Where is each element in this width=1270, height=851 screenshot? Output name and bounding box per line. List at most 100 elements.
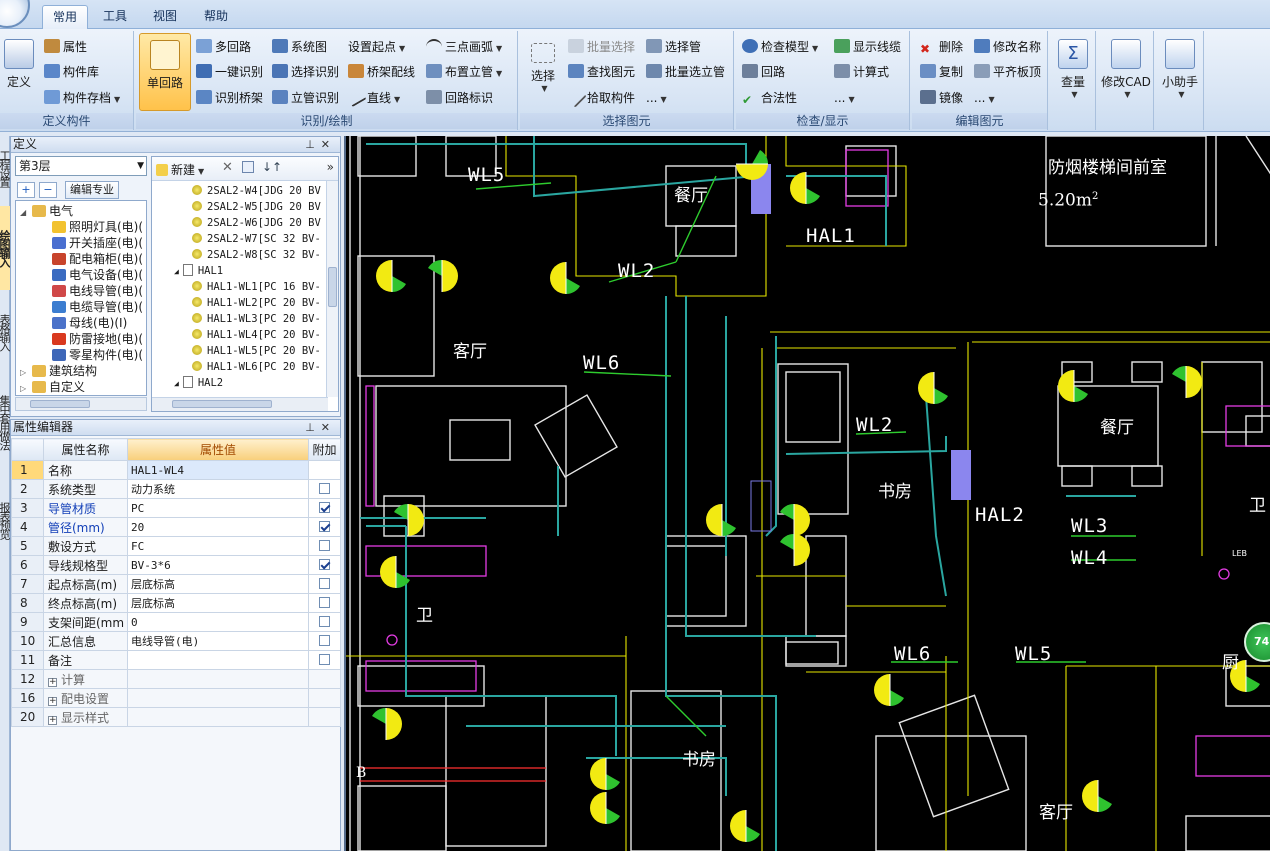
helper-button[interactable]: 小助手 ▼ <box>1158 33 1202 127</box>
sort-icon[interactable]: ↓↑ <box>262 160 282 174</box>
property-value[interactable]: FC <box>127 536 309 556</box>
property-value[interactable]: 层底标高 <box>127 593 309 613</box>
expanded-icon[interactable]: ◢ <box>174 379 179 388</box>
show-cables-button[interactable]: 显示线缆 <box>834 36 901 58</box>
list-group[interactable]: ◢ HAL2 <box>174 375 223 391</box>
property-row[interactable]: 12 + 计算 <box>11 669 341 689</box>
delete-icon[interactable]: ✕ <box>222 160 233 175</box>
more-edit-button[interactable]: ... ▼ <box>974 87 995 109</box>
extra-checkbox[interactable] <box>319 597 330 608</box>
delete-button[interactable]: ✖ 删除 <box>920 36 963 58</box>
tree-item[interactable]: 电气设备(电)( <box>40 267 143 283</box>
list-vertical-scrollbar[interactable] <box>326 181 338 397</box>
mirror-button[interactable]: 镜像 <box>920 87 963 109</box>
copy-button[interactable]: 复制 <box>920 61 963 83</box>
three-point-arc-button[interactable]: 三点画弧 ▼ <box>426 36 502 58</box>
system-diagram-button[interactable]: 系统图 <box>272 36 327 58</box>
list-item[interactable]: 2SAL2-W7[SC 32 BV- <box>192 231 321 247</box>
one-key-identify-button[interactable]: 一键识别 <box>196 61 263 83</box>
distribution-box-hal2[interactable] <box>951 450 971 500</box>
tree-item[interactable]: 照明灯具(电)( <box>40 219 143 235</box>
extra-checkbox[interactable] <box>319 578 330 589</box>
tab-tools[interactable]: 工具 <box>93 5 137 29</box>
property-value[interactable]: 动力系统 <box>127 479 309 499</box>
list-horizontal-scrollbar[interactable] <box>152 397 328 411</box>
property-row[interactable]: 9 支架间距(mm 0 <box>11 612 341 632</box>
quantity-button[interactable]: Σ 查量 ▼ <box>1052 33 1094 127</box>
tree-item[interactable]: 电缆导管(电)( <box>40 299 143 315</box>
property-value[interactable]: 20 <box>127 517 309 537</box>
legality-button[interactable]: ✔ 合法性 <box>742 87 797 109</box>
tab-common[interactable]: 常用 <box>42 5 89 29</box>
list-item[interactable]: HAL1-WL3[PC 20 BV- <box>192 311 321 327</box>
extra-checkbox[interactable] <box>319 559 330 570</box>
tab-help[interactable]: 帮助 <box>194 5 238 29</box>
extra-checkbox[interactable] <box>319 483 330 494</box>
tree-folder[interactable]: ▷ 自定义 <box>20 379 85 395</box>
property-value[interactable]: BV-3*6 <box>127 555 309 575</box>
nav-project-settings[interactable]: 工程设置 <box>0 140 11 196</box>
tree-horizontal-scrollbar[interactable] <box>15 397 147 411</box>
property-row[interactable]: 6 导线规格型 BV-3*6 <box>11 555 341 575</box>
batch-select-riser-button[interactable]: 批量选立管 <box>646 61 725 83</box>
pin-icon[interactable]: ⊥ <box>305 421 321 434</box>
pin-icon[interactable]: ⊥ <box>305 138 321 151</box>
collapse-all-icon[interactable]: − <box>39 182 57 198</box>
single-loop-button[interactable]: 单回路 <box>139 33 191 111</box>
tree-item[interactable]: 零星构件(电)( <box>40 347 143 363</box>
property-value[interactable]: HAL1-WL4 <box>127 460 309 480</box>
tab-view[interactable]: 视图 <box>143 5 187 29</box>
close-icon[interactable]: ✕ <box>321 138 336 151</box>
new-button[interactable]: 新建 ▼ <box>156 161 204 178</box>
list-item[interactable]: 2SAL2-W5[JDG 20 BV <box>192 199 321 215</box>
more-check-button[interactable]: ... ▼ <box>834 87 855 109</box>
tree-item[interactable]: 配电箱柜(电)( <box>40 251 143 267</box>
property-value[interactable] <box>127 650 309 670</box>
modify-cad-button[interactable]: 修改CAD ▼ <box>1100 33 1152 127</box>
find-element-button[interactable]: 查找图元 <box>568 61 635 83</box>
riser-identify-button[interactable]: 立管识别 <box>272 87 339 109</box>
list-group[interactable]: ◢ HAL1 <box>174 263 223 279</box>
attribute-button[interactable]: 属性 <box>44 36 87 58</box>
property-row[interactable]: 3 导管材质 PC <box>11 498 341 518</box>
tree-item[interactable]: 母线(电)(I) <box>40 315 127 331</box>
property-row[interactable]: 1 名称 HAL1-WL4 <box>11 460 341 480</box>
property-row[interactable]: 11 备注 <box>11 650 341 670</box>
extra-checkbox[interactable] <box>319 521 330 532</box>
loop-button[interactable]: 回路 <box>742 61 785 83</box>
tree-folder[interactable]: ◢ 电气 <box>20 203 73 219</box>
extra-checkbox[interactable] <box>319 616 330 627</box>
nav-drawing-input[interactable]: 绘图输入 <box>0 206 11 290</box>
select-button[interactable]: 选择 ▼ <box>523 33 563 111</box>
overflow-icon[interactable]: » <box>327 160 334 174</box>
property-row[interactable]: 16 + 配电设置 <box>11 688 341 708</box>
extra-checkbox[interactable] <box>319 635 330 646</box>
close-icon[interactable]: ✕ <box>321 421 336 434</box>
list-item[interactable]: 2SAL2-W6[JDG 20 BV <box>192 215 321 231</box>
select-pipe-button[interactable]: 选择管 <box>646 36 701 58</box>
tray-wiring-button[interactable]: 桥架配线 <box>348 61 415 83</box>
property-row[interactable]: 7 起点标高(m) 层底标高 <box>11 574 341 594</box>
copy-icon[interactable] <box>242 161 254 173</box>
component-store-button[interactable]: 构件存档 ▼ <box>44 87 120 109</box>
tree-item[interactable]: 电线导管(电)( <box>40 283 143 299</box>
scroll-thumb[interactable] <box>328 267 337 307</box>
list-item[interactable]: HAL1-WL4[PC 20 BV- <box>192 327 321 343</box>
cad-drawing-canvas[interactable]: WL5 WL2 WL6 WL2 WL3 WL4 WL6 WL5 HAL1 HAL… <box>344 136 1270 851</box>
property-row[interactable]: 2 系统类型 动力系统 <box>11 479 341 499</box>
extra-checkbox[interactable] <box>319 540 330 551</box>
tree-item[interactable]: 开关插座(电)( <box>40 235 143 251</box>
edit-specialty-button[interactable]: 编辑专业 <box>65 181 119 199</box>
property-value[interactable]: 电线导管(电) <box>127 631 309 651</box>
loop-tag-button[interactable]: 回路标识 <box>426 87 493 109</box>
multi-loop-button[interactable]: 多回路 <box>196 36 251 58</box>
rename-button[interactable]: 修改名称 <box>974 36 1041 58</box>
list-item[interactable]: 2SAL2-W4[JDG 20 BV <box>192 183 321 199</box>
floor-select[interactable]: 第3层 ▼ <box>15 156 147 176</box>
align-slab-top-button[interactable]: 平齐板顶 <box>974 61 1041 83</box>
list-item[interactable]: 2SAL2-W8[SC 32 BV- <box>192 247 321 263</box>
scroll-thumb[interactable] <box>30 400 90 408</box>
tree-folder[interactable]: ▷ 建筑结构 <box>20 363 97 379</box>
scroll-thumb[interactable] <box>172 400 272 408</box>
set-start-point-button[interactable]: 设置起点 ▼ <box>348 36 405 58</box>
